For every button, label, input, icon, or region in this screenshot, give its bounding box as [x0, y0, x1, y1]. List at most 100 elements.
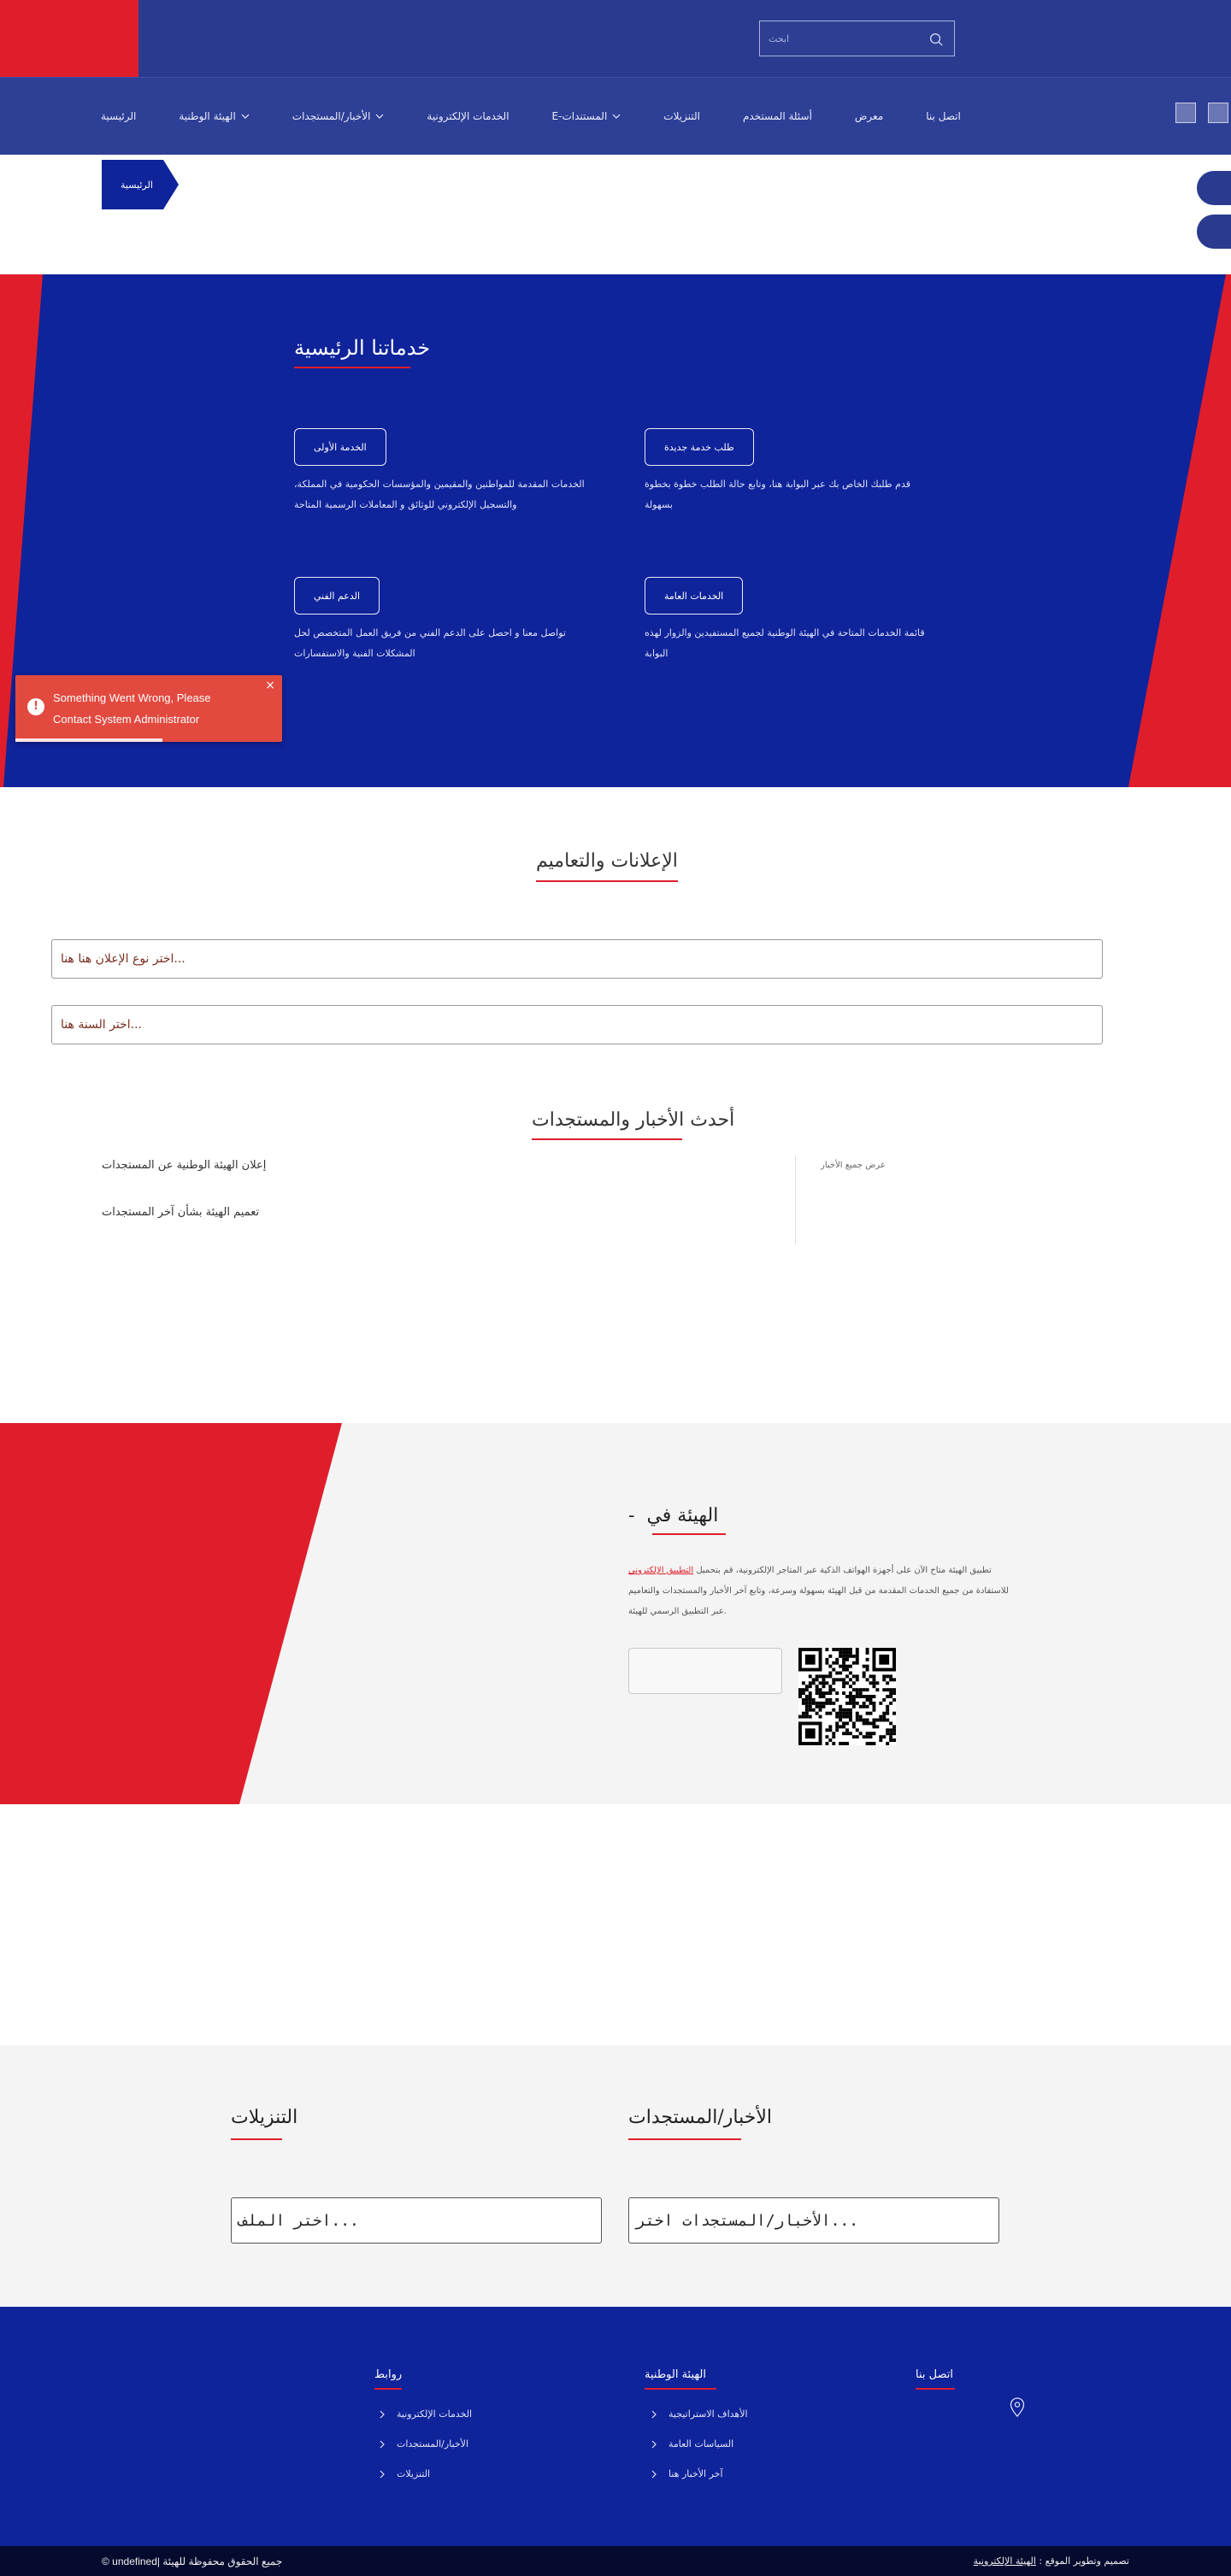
service-button-4[interactable]: الخدمات العامة	[645, 577, 744, 615]
breadcrumb-label: الرئيسية	[121, 179, 153, 191]
nav-item-news[interactable]: الأخبار/المستجدات	[292, 110, 385, 122]
service-button-3[interactable]: الدعم الفني	[294, 577, 380, 615]
nav-item-downloads[interactable]: التنزيلات	[663, 110, 700, 122]
nav-label: أسئلة المستخدم	[742, 110, 812, 122]
breadcrumb[interactable]: الرئيسية	[102, 160, 179, 209]
downloads-title: التنزيلات	[231, 2107, 298, 2128]
nav-label: الهيئة الوطنية	[179, 110, 236, 122]
about-app-section: - الهيئة في تطبيق الهيئة متاح الآن على أ…	[0, 1423, 1231, 1804]
nav-label: معرض	[854, 110, 884, 122]
title-underline	[231, 2138, 282, 2140]
view-all-news-link[interactable]: عرض جميع الأخبار	[821, 1161, 886, 1170]
footer: روابط الخدمات الإلكترونية الأخبار/المستج…	[0, 2307, 1231, 2546]
search-box[interactable]	[759, 21, 955, 56]
chevron-right-icon	[651, 2440, 657, 2448]
search-input[interactable]	[769, 30, 922, 47]
about-title: - الهيئة في	[628, 1505, 718, 1526]
bottom-bar: © undefined| جميع الحقوق محفوظة للهيئة ت…	[0, 2546, 1231, 2576]
nav-list: الرئيسية الهيئة الوطنية الأخبار/المستجدا…	[101, 110, 1004, 122]
main-nav: الرئيسية الهيئة الوطنية الأخبار/المستجدا…	[0, 77, 1231, 155]
news-downloads-title: الأخبار/المستجدات	[628, 2107, 773, 2128]
nav-item-faq[interactable]: أسئلة المستخدم	[743, 110, 812, 122]
nav-label: الرئيسية	[101, 110, 137, 122]
alert-icon: !	[27, 698, 44, 715]
footer-link[interactable]: الخدمات الإلكترونية	[378, 2408, 472, 2420]
app-link[interactable]: التطبيق الإلكتروني	[628, 1566, 693, 1575]
downloads-section: التنزيلات اختر الملف... الأخبار/المستجدا…	[0, 2045, 1231, 2307]
chevron-right-icon	[380, 2440, 385, 2448]
title-underline	[916, 2388, 955, 2390]
footer-col-title: اتصل بنا	[916, 2368, 953, 2381]
footer-link[interactable]: السياسات العامة	[650, 2438, 733, 2450]
title-underline	[628, 2138, 741, 2140]
chevron-right-icon	[651, 2470, 657, 2478]
footer-link[interactable]: الأخبار/المستجدات	[378, 2438, 468, 2450]
footer-col-title: روابط	[374, 2368, 403, 2381]
footer-link[interactable]: التنزيلات	[378, 2468, 430, 2479]
chevron-down-icon	[375, 114, 384, 119]
side-floating-button[interactable]	[1197, 215, 1231, 249]
title-underline	[374, 2388, 402, 2390]
nav-label: التنزيلات	[663, 110, 700, 122]
footer-link-label: السياسات العامة	[669, 2438, 734, 2450]
footer-link-label: آخر الأخبار هنا	[669, 2468, 723, 2479]
news-select[interactable]: الأخبار/المستجدات اختر...	[628, 2197, 999, 2244]
downloads-select[interactable]: اختر الملف...	[231, 2197, 602, 2244]
breadcrumb-band	[0, 155, 1231, 274]
header-top-bar	[0, 0, 1231, 77]
divider	[795, 1156, 796, 1244]
managed-label: تصميم وتطوير الموقع :	[1039, 2555, 1129, 2567]
nav-item-contact[interactable]: اتصل بنا	[926, 110, 961, 122]
footer-link[interactable]: آخر الأخبار هنا	[650, 2468, 723, 2479]
title-underline	[532, 1138, 682, 1140]
about-text-part: للاستفادة من جميع الخدمات المقدمة من قبل…	[628, 1586, 1009, 1616]
managed-link[interactable]: الهيئة الإلكترونية	[974, 2555, 1036, 2567]
footer-link[interactable]: الأهداف الاستراتيجية	[650, 2408, 748, 2420]
language-flag-arabic[interactable]	[1208, 103, 1228, 123]
about-title-text: الهيئة في	[646, 1505, 719, 1526]
location-pin-icon[interactable]	[1010, 2397, 1025, 2418]
qr-code	[798, 1648, 896, 1745]
search-icon[interactable]	[928, 32, 944, 47]
announcement-type-select[interactable]: اختر نوع الإعلان هنا هنا...	[51, 939, 1103, 979]
services-title: خدماتنا الرئيسية	[294, 336, 431, 360]
nav-label: اتصل بنا	[926, 110, 961, 122]
footer-link-label: الأهداف الاستراتيجية	[669, 2408, 748, 2420]
chevron-right-icon	[380, 2470, 385, 2478]
side-floating-button[interactable]	[1197, 171, 1231, 205]
service-button-1[interactable]: الخدمة الأولى	[294, 428, 386, 466]
news-link-2[interactable]: تعميم الهيئة بشأن آخر المستجدات	[102, 1206, 259, 1219]
year-select[interactable]: اختر السنة هنا...	[51, 1005, 1103, 1044]
service-desc-4: قائمة الخدمات المتاحة في الهيئة الوطنية …	[645, 627, 925, 659]
news-title: أحدث الأخبار والمستجدات	[532, 1109, 735, 1131]
app-store-badge[interactable]	[628, 1648, 782, 1694]
error-toast: ! Something Went Wrong, Please Contact S…	[15, 675, 282, 742]
chevron-down-icon	[241, 114, 250, 119]
nav-label: الخدمات الإلكترونية	[427, 110, 509, 122]
copyright: © undefined| جميع الحقوق محفوظة للهيئة	[102, 2555, 283, 2567]
service-button-2[interactable]: طلب خدمة جديدة	[645, 428, 754, 466]
logo[interactable]	[0, 0, 138, 77]
service-desc-3: تواصل معنا و احصل على الدعم الفني من فري…	[294, 627, 566, 659]
managed-by: تصميم وتطوير الموقع : الهيئة الإلكترونية	[974, 2555, 1129, 2567]
about-text: تطبيق الهيئة متاح الآن على أجهزة الهواتف…	[628, 1561, 1022, 1622]
nav-item-gallery[interactable]: معرض	[855, 110, 883, 122]
language-flag-english[interactable]	[1175, 103, 1196, 123]
decorative-red-stripe	[1128, 274, 1231, 787]
title-underline	[536, 880, 678, 882]
nav-item-authority[interactable]: الهيئة الوطنية	[179, 110, 250, 122]
nav-item-edocs[interactable]: E-المستندات	[552, 110, 621, 122]
nav-label: الأخبار/المستجدات	[292, 110, 371, 122]
title-underline	[294, 367, 410, 368]
footer-col-title: الهيئة الوطنية	[645, 2368, 706, 2381]
toast-message: Something Went Wrong, Please Contact Sys…	[53, 691, 211, 726]
nav-item-home[interactable]: الرئيسية	[101, 110, 136, 122]
title-underline	[652, 1533, 726, 1535]
news-link-1[interactable]: إعلان الهيئة الوطنية عن المستجدات	[102, 1159, 266, 1172]
toast-progress-bar	[15, 738, 162, 742]
chevron-right-icon	[380, 2410, 385, 2418]
nav-item-eservices[interactable]: الخدمات الإلكترونية	[427, 110, 509, 122]
chevron-right-icon	[651, 2410, 657, 2418]
announcements-title: الإعلانات والتعاميم	[536, 850, 678, 872]
close-icon[interactable]: ×	[265, 679, 275, 692]
